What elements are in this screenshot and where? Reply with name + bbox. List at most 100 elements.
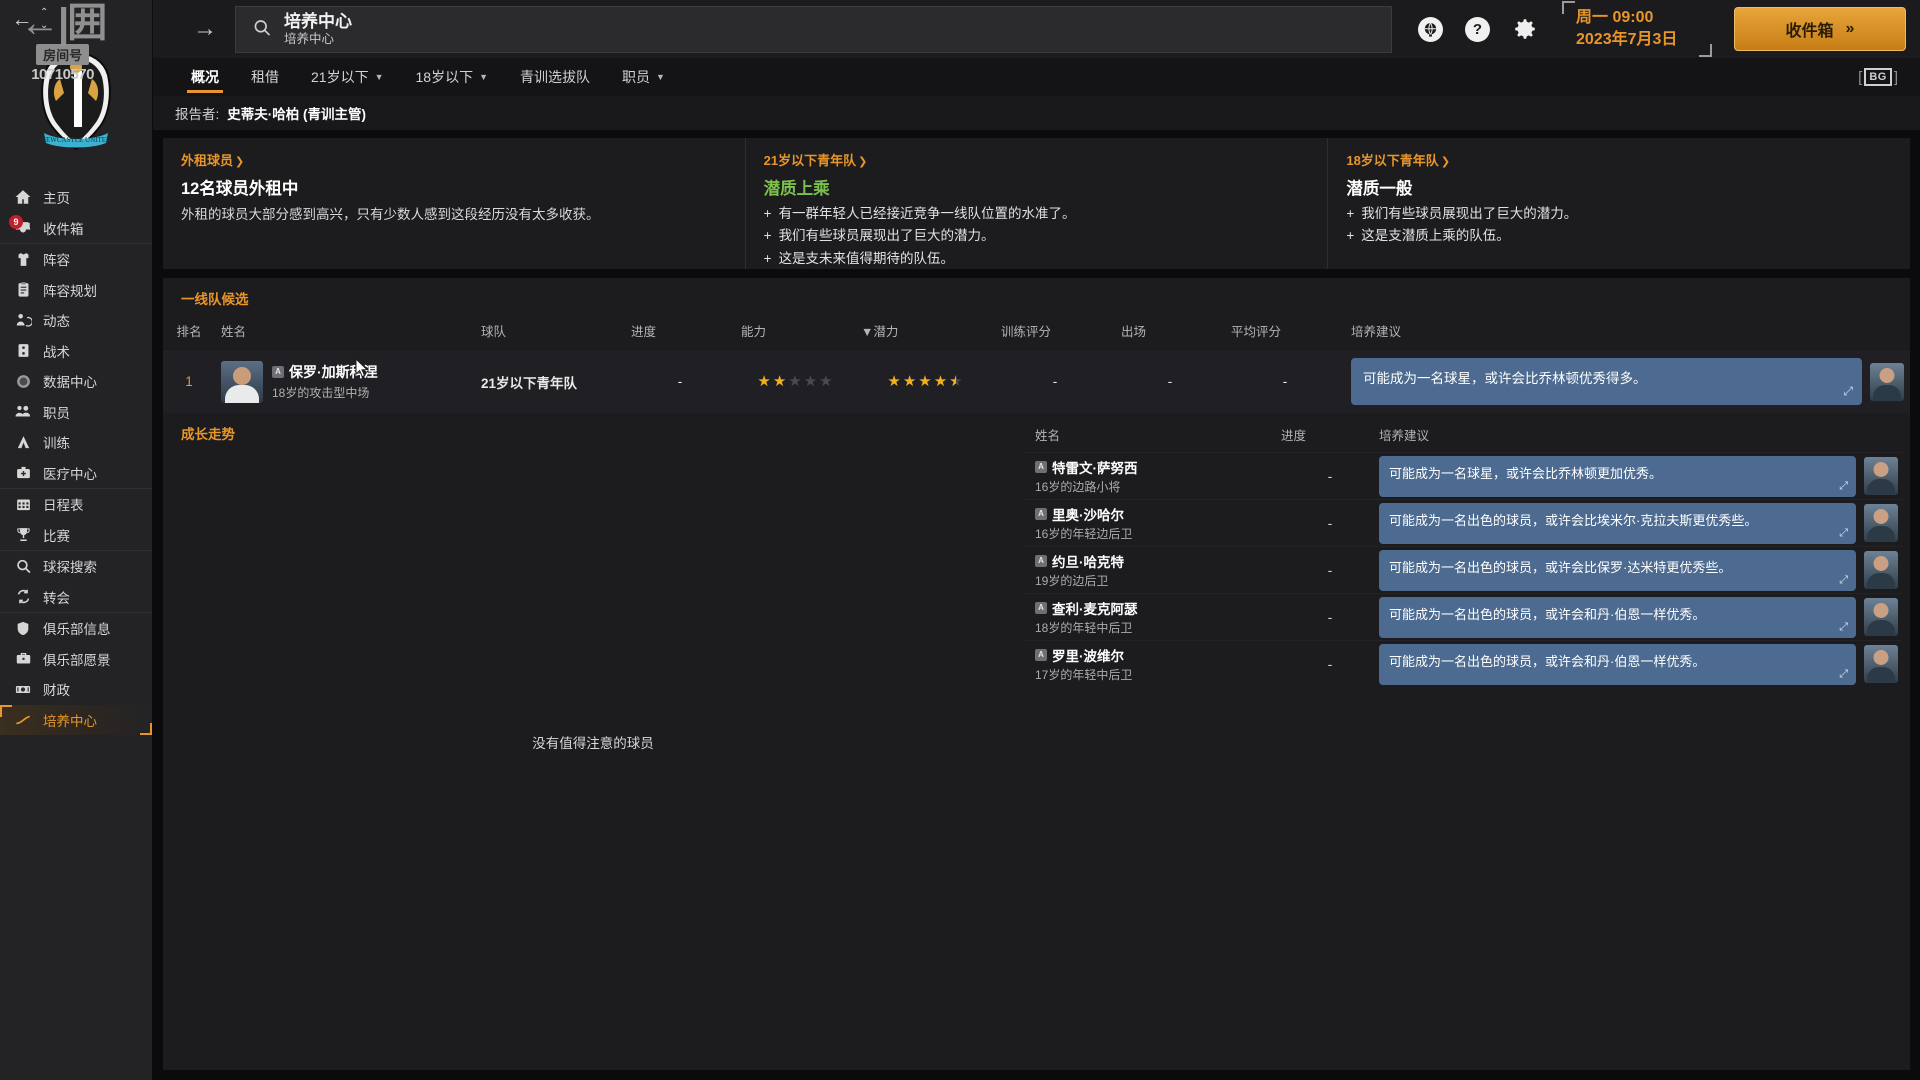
chevron-down-icon: ▼ (656, 72, 665, 82)
column-header-ability[interactable]: 能力 (735, 317, 855, 350)
column-header-training-rating[interactable]: 训练评分 (995, 317, 1115, 350)
sidebar-item-schedule[interactable]: 日程表 (0, 489, 152, 520)
column-header-name[interactable]: 姓名 (215, 317, 475, 350)
summary-link-label: 外租球员 (181, 153, 234, 168)
tab-u21[interactable]: 21岁以下 ▼ (295, 58, 400, 96)
sidebar-item-competitions[interactable]: 比赛 (0, 520, 152, 551)
advice-text: 可能成为一名出色的球员，或许会和丹·伯恩一样优秀。 (1389, 606, 1706, 622)
player-activity-icon (13, 310, 33, 330)
sidebar-item-inbox[interactable]: 9 收件箱 (0, 213, 152, 244)
nationality-flag-icon: A (1035, 555, 1047, 567)
sidebar-item-club-info[interactable]: 俱乐部信息 (0, 613, 152, 644)
sidebar-item-squad[interactable]: 阵容 (0, 244, 152, 275)
column-header-rank[interactable]: 排名 (163, 317, 215, 350)
growth-trend-panel: 成长走势 没有值得注意的球员 姓名 进度 培养建议 A 特雷文·萨努西 16岁的… (163, 413, 1910, 1070)
column-header-name[interactable]: 姓名 (1023, 425, 1281, 444)
sidebar-group: 主页 9 收件箱 (0, 182, 152, 243)
sidebar-item-medical[interactable]: 医疗中心 (0, 458, 152, 489)
column-header-appearances[interactable]: 出场 (1115, 317, 1225, 350)
expand-icon[interactable]: ⤢ (1839, 621, 1848, 634)
clipboard-icon (13, 280, 33, 300)
expand-icon[interactable]: ⤢ (1839, 527, 1848, 540)
expand-icon[interactable]: ⤢ (1839, 574, 1848, 587)
list-item[interactable]: A 罗里·波维尔 17岁的年轻中后卫 - 可能成为一名出色的球员，或许会和丹·伯… (1023, 640, 1902, 687)
u18-team-link[interactable]: 18岁以下青年队 ❯ (1346, 150, 1450, 169)
forward-arrow-icon[interactable]: → (183, 17, 227, 41)
cell-player[interactable]: A 保罗·加斯科涅 18岁的攻击型中场 (215, 349, 475, 413)
player-name[interactable]: A 罗里·波维尔 (1035, 645, 1281, 665)
player-name[interactable]: A 特雷文·萨努西 (1035, 457, 1281, 477)
coach-portrait (1870, 362, 1904, 401)
sidebar-item-squad-planner[interactable]: 阵容规划 (0, 275, 152, 306)
development-advice-bubble[interactable]: 可能成为一名出色的球员，或许会和丹·伯恩一样优秀。 ⤢ (1379, 596, 1856, 638)
globe-icon[interactable] (1418, 16, 1443, 42)
sidebar-item-data-hub[interactable]: 数据中心 (0, 366, 152, 397)
sidebar-item-tactics[interactable]: 战术 (0, 336, 152, 367)
sidebar-item-label: 俱乐部信息 (43, 622, 111, 638)
main-area: → 培养中心 培养中心 ? 周一 09:00 2023年7月3日 收件箱 » 概… (153, 0, 1920, 1080)
summary-bullet: + 这是支未来值得期待的队伍。 (764, 248, 1310, 270)
development-advice-bubble[interactable]: 可能成为一名球星，或许会比乔林顿优秀得多。 ⤢ (1351, 358, 1862, 405)
help-icon[interactable]: ? (1465, 16, 1490, 42)
development-advice-bubble[interactable]: 可能成为一名出色的球员，或许会比保罗·达米特更优秀些。 ⤢ (1379, 549, 1856, 591)
column-header-advice[interactable]: 培养建议 (1379, 425, 1902, 444)
tab-u18[interactable]: 18岁以下 ▼ (400, 58, 505, 96)
column-header-potential[interactable]: ▼潜力 (855, 317, 995, 350)
player-name[interactable]: A 约旦·哈克特 (1035, 551, 1281, 571)
sidebar-item-development-centre[interactable]: 培养中心 (0, 704, 152, 735)
shield-icon (13, 618, 33, 638)
column-header-team[interactable]: 球队 (475, 317, 625, 350)
svg-text:NEWCASTLE UNITED: NEWCASTLE UNITED (41, 136, 111, 144)
cell-avg-rating: - (1225, 349, 1345, 413)
inbox-badge: 9 (9, 214, 23, 229)
list-item[interactable]: A 查利·麦克阿瑟 18岁的年轻中后卫 - 可能成为一名出色的球员，或许会和丹·… (1023, 593, 1902, 640)
sidebar-item-transfers[interactable]: 转会 (0, 582, 152, 613)
column-header-progress[interactable]: 进度 (625, 317, 735, 350)
training-icon (13, 432, 33, 452)
sidebar-item-scouting[interactable]: 球探搜索 (0, 551, 152, 582)
growth-chart-area: 成长走势 没有值得注意的球员 (163, 413, 1023, 1070)
reporter-value[interactable]: 史蒂夫·哈柏 (青训主管) (227, 103, 366, 123)
gear-icon[interactable] (1512, 16, 1538, 42)
sidebar-item-staff[interactable]: 职员 (0, 397, 152, 428)
history-dropdown-icon[interactable]: ⌃ ⌄ (40, 7, 48, 31)
search-bar[interactable]: 培养中心 培养中心 (235, 5, 1392, 53)
development-advice-bubble[interactable]: 可能成为一名出色的球员，或许会和丹·伯恩一样优秀。 ⤢ (1379, 643, 1856, 685)
u21-team-link[interactable]: 21岁以下青年队 ❯ (764, 150, 868, 169)
table-row[interactable]: 1 A 保罗·加斯科涅 18岁的攻击型中场 21岁以下青年队 - ★ ★ ★ ★… (163, 349, 1910, 413)
list-item[interactable]: A 特雷文·萨努西 16岁的边路小将 - 可能成为一名球星，或许会比乔林顿更加优… (1023, 452, 1902, 499)
date-day-line: 2023年7月3日 (1576, 31, 1678, 48)
continue-inbox-button[interactable]: 收件箱 » (1734, 7, 1906, 51)
cell-ability-stars: ★ ★ ★ ★ ★ (735, 349, 855, 413)
column-header-advice[interactable]: 培养建议 (1345, 317, 1910, 350)
back-arrow-icon[interactable]: ← (8, 6, 36, 32)
search-icon (252, 18, 272, 41)
sidebar-item-training[interactable]: 训练 (0, 427, 152, 458)
chevron-down-icon: ▼ (374, 72, 384, 82)
expand-icon[interactable]: ⤢ (1839, 480, 1848, 493)
sidebar-item-dynamics[interactable]: 动态 (0, 305, 152, 336)
tab-overview[interactable]: 概况 (175, 58, 235, 96)
panel-title: 一线队候选 (181, 292, 249, 307)
tab-staff[interactable]: 职员 ▼ (606, 58, 681, 96)
development-advice-bubble[interactable]: 可能成为一名球星，或许会比乔林顿更加优秀。 ⤢ (1379, 455, 1856, 497)
cell-team[interactable]: 21岁以下青年队 (475, 349, 625, 413)
sidebar-item-home[interactable]: 主页 (0, 182, 152, 213)
coach-portrait (1864, 645, 1898, 683)
bullet-text: 我们有些球员展现出了巨大的潜力。 (1361, 206, 1578, 221)
reporter-label: 报告者: (175, 107, 220, 122)
loaned-players-link[interactable]: 外租球员 ❯ (181, 150, 244, 169)
sidebar-item-finances[interactable]: 财政 (0, 674, 152, 705)
expand-icon[interactable]: ⤢ (1843, 384, 1853, 399)
list-item[interactable]: A 里奥·沙哈尔 16岁的年轻边后卫 - 可能成为一名出色的球员，或许会比埃米尔… (1023, 499, 1902, 546)
player-name[interactable]: A 查利·麦克阿瑟 (1035, 598, 1281, 618)
player-name[interactable]: A 里奥·沙哈尔 (1035, 504, 1281, 524)
column-header-avg-rating[interactable]: 平均评分 (1225, 317, 1345, 350)
tab-youth-intake[interactable]: 青训选拔队 (504, 58, 606, 96)
list-item[interactable]: A 约旦·哈克特 19岁的边后卫 - 可能成为一名出色的球员，或许会比保罗·达米… (1023, 546, 1902, 593)
development-advice-bubble[interactable]: 可能成为一名出色的球员，或许会比埃米尔·克拉夫斯更优秀些。 ⤢ (1379, 502, 1856, 544)
sidebar-item-club-vision[interactable]: 俱乐部愿景 (0, 644, 152, 675)
expand-icon[interactable]: ⤢ (1839, 668, 1848, 681)
tab-loans[interactable]: 租借 (235, 58, 295, 96)
column-header-progress[interactable]: 进度 (1281, 425, 1379, 444)
